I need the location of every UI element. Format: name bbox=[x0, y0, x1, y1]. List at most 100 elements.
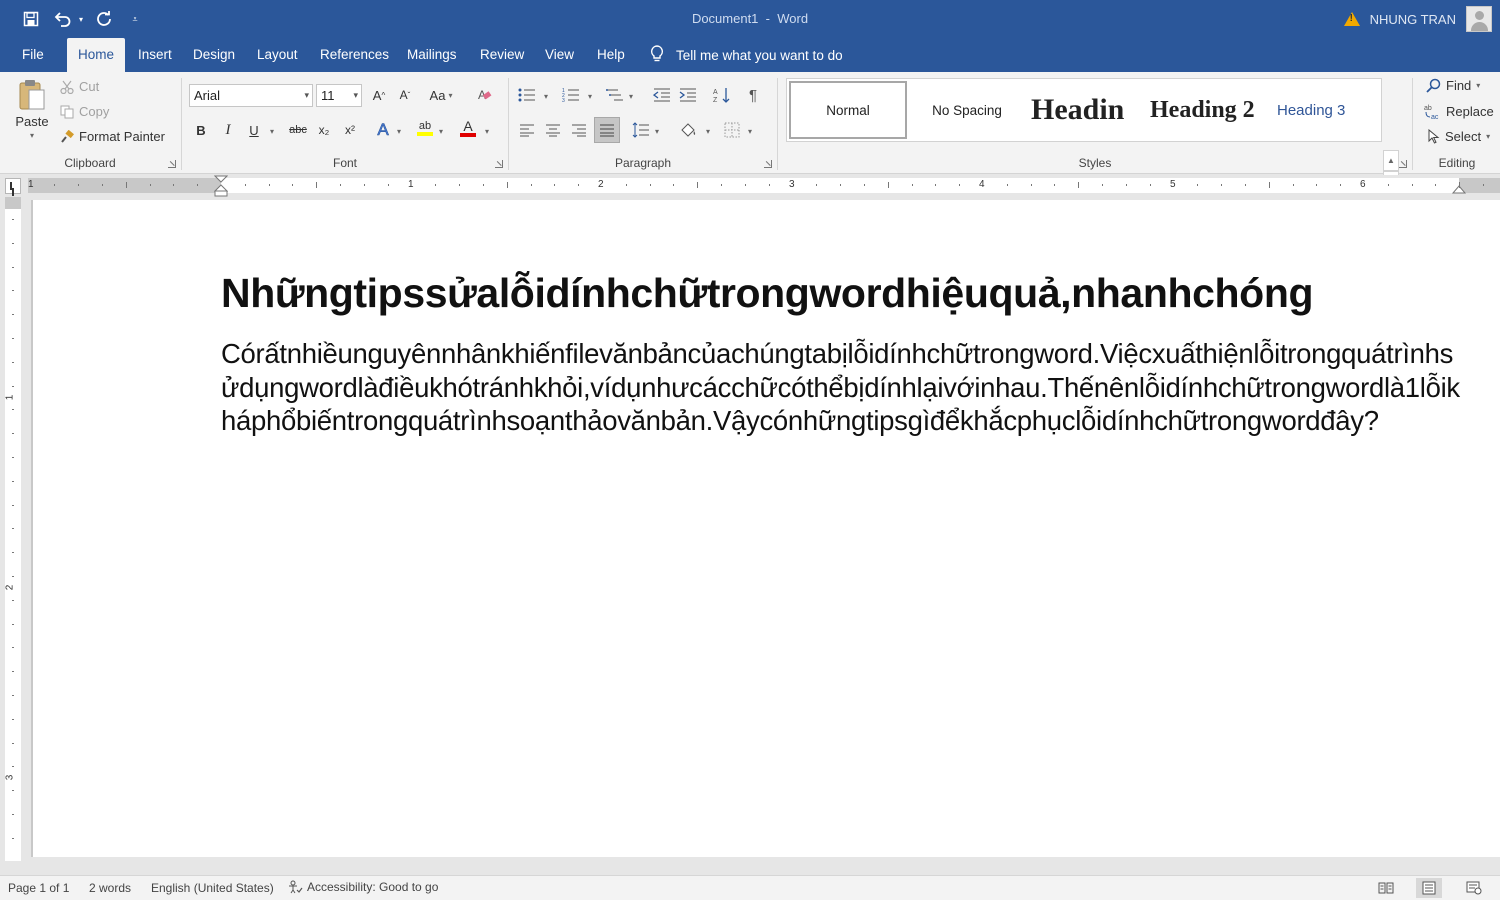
save-icon[interactable] bbox=[20, 6, 42, 32]
undo-dropdown-icon[interactable]: ▾ bbox=[76, 6, 86, 32]
redo-icon[interactable] bbox=[94, 6, 114, 32]
tab-home[interactable]: Home bbox=[67, 38, 125, 72]
undo-icon[interactable] bbox=[50, 6, 76, 32]
text-effects-dropdown-icon[interactable]: ▾ bbox=[397, 127, 401, 136]
copy-button[interactable]: Copy bbox=[60, 104, 109, 119]
decrease-indent-button[interactable] bbox=[651, 84, 673, 106]
style-no-spacing[interactable]: No Spacing bbox=[909, 81, 1025, 139]
align-right-button[interactable] bbox=[568, 119, 590, 141]
superscript-button[interactable]: x² bbox=[339, 119, 361, 141]
numbering-button[interactable]: 123 bbox=[560, 84, 582, 106]
font-launcher-icon[interactable] bbox=[495, 160, 503, 168]
align-center-button[interactable] bbox=[542, 119, 564, 141]
style-normal[interactable]: Normal bbox=[789, 81, 907, 139]
tab-references[interactable]: References bbox=[309, 38, 400, 72]
multilevel-dropdown-icon[interactable]: ▾ bbox=[629, 92, 633, 101]
shrink-font-button[interactable]: Aˇ bbox=[394, 84, 416, 106]
bold-button[interactable]: B bbox=[190, 119, 212, 141]
select-dropdown-icon[interactable]: ▾ bbox=[1486, 132, 1490, 141]
account-area[interactable]: NHUNG TRAN bbox=[1343, 5, 1492, 33]
format-painter-button[interactable]: Format Painter bbox=[60, 129, 165, 144]
font-name-dropdown-icon[interactable]: ▾ bbox=[304, 90, 309, 101]
underline-button[interactable]: U bbox=[243, 119, 265, 141]
horizontal-ruler[interactable]: 1 1 2 3 4 5 6 bbox=[0, 175, 1500, 197]
find-button[interactable]: Find ▾ bbox=[1426, 78, 1480, 93]
multilevel-list-button[interactable] bbox=[604, 84, 626, 106]
subscript-button[interactable]: x₂ bbox=[313, 119, 335, 141]
vruler-tick bbox=[12, 219, 14, 220]
font-size-combobox[interactable]: 11 ▾ bbox=[316, 84, 362, 107]
show-hide-marks-button[interactable]: ¶ bbox=[742, 84, 764, 106]
tab-insert[interactable]: Insert bbox=[127, 38, 183, 72]
cut-button[interactable]: Cut bbox=[60, 79, 99, 94]
accessibility-checker[interactable]: Accessibility: Good to go bbox=[287, 880, 438, 894]
sort-button[interactable]: AZ bbox=[711, 84, 733, 106]
paragraph-launcher-icon[interactable] bbox=[764, 160, 772, 168]
paste-dropdown-icon[interactable]: ▾ bbox=[30, 131, 34, 140]
grow-font-button[interactable]: A ^ bbox=[368, 84, 390, 106]
style-heading-2[interactable]: Heading 2 bbox=[1150, 81, 1260, 139]
underline-dropdown-icon[interactable]: ▾ bbox=[270, 127, 274, 136]
tab-design[interactable]: Design bbox=[182, 38, 246, 72]
shading-button[interactable] bbox=[677, 119, 699, 141]
increase-indent-button[interactable] bbox=[677, 84, 699, 106]
vertical-ruler[interactable] bbox=[5, 197, 21, 861]
line-spacing-dropdown-icon[interactable]: ▾ bbox=[655, 127, 659, 136]
style-heading-1[interactable]: Headin bbox=[1031, 81, 1143, 139]
style-heading-3[interactable]: Heading 3 bbox=[1277, 81, 1377, 139]
tab-review[interactable]: Review bbox=[469, 38, 535, 72]
language-indicator[interactable]: English (United States) bbox=[151, 881, 274, 895]
page-count[interactable]: Page 1 of 1 bbox=[8, 881, 69, 895]
web-layout-icon[interactable] bbox=[1461, 878, 1487, 898]
italic-button[interactable]: I bbox=[217, 119, 239, 141]
numbering-dropdown-icon[interactable]: ▾ bbox=[588, 92, 592, 101]
strikethrough-button[interactable]: abc bbox=[287, 119, 309, 141]
tell-me-label[interactable]: Tell me what you want to do bbox=[676, 48, 843, 63]
tab-view[interactable]: View bbox=[534, 38, 585, 72]
find-dropdown-icon[interactable]: ▾ bbox=[1476, 81, 1480, 90]
tab-mailings[interactable]: Mailings bbox=[396, 38, 468, 72]
bullets-button[interactable] bbox=[516, 84, 538, 106]
clear-formatting-button[interactable]: A bbox=[474, 84, 496, 106]
user-name[interactable]: NHUNG TRAN bbox=[1370, 12, 1456, 27]
tab-selector-icon[interactable] bbox=[5, 178, 21, 194]
styles-scroll-up-icon[interactable]: ▲ bbox=[1383, 150, 1399, 171]
borders-dropdown-icon[interactable]: ▾ bbox=[748, 127, 752, 136]
tell-me-search[interactable]: Tell me what you want to do bbox=[650, 38, 843, 72]
change-case-button[interactable]: Aa ▾ bbox=[426, 84, 456, 106]
borders-button[interactable] bbox=[721, 119, 743, 141]
font-size-dropdown-icon[interactable]: ▾ bbox=[353, 90, 358, 101]
justify-button[interactable] bbox=[594, 117, 620, 143]
paste-button[interactable]: Paste ▾ bbox=[12, 78, 52, 140]
line-spacing-button[interactable] bbox=[630, 119, 652, 141]
highlight-button[interactable]: ab bbox=[414, 117, 436, 139]
bullets-dropdown-icon[interactable]: ▾ bbox=[544, 92, 548, 101]
ruler-tick bbox=[721, 184, 723, 186]
word-count[interactable]: 2 words bbox=[89, 881, 131, 895]
font-color-button[interactable]: A bbox=[457, 117, 479, 139]
ruler-number: 5 bbox=[1170, 179, 1176, 190]
font-size-value: 11 bbox=[321, 88, 335, 103]
select-button[interactable]: Select ▾ bbox=[1428, 129, 1490, 144]
print-layout-icon[interactable] bbox=[1416, 878, 1442, 898]
shading-dropdown-icon[interactable]: ▾ bbox=[706, 127, 710, 136]
replace-button[interactable]: ab ac Replace bbox=[1424, 103, 1494, 120]
read-mode-icon[interactable] bbox=[1373, 878, 1399, 898]
document-heading[interactable]: Nhữngtipssửalỗidínhchữtrongwordhiệuquả,n… bbox=[221, 270, 1471, 317]
customize-qat-icon[interactable]: ⩡ bbox=[128, 6, 142, 32]
tab-layout[interactable]: Layout bbox=[246, 38, 309, 72]
document-body-paragraph[interactable]: Córấtnhiềunguyênnhânkhiếnfilevănbảncủach… bbox=[221, 337, 1461, 438]
align-left-button[interactable] bbox=[516, 119, 538, 141]
highlight-dropdown-icon[interactable]: ▾ bbox=[439, 127, 443, 136]
indent-markers[interactable] bbox=[214, 175, 228, 197]
text-effects-button[interactable]: A bbox=[372, 119, 394, 141]
warning-icon[interactable] bbox=[1343, 12, 1360, 26]
ruler-tick bbox=[768, 184, 770, 186]
avatar[interactable] bbox=[1466, 6, 1492, 32]
tab-file[interactable]: File bbox=[11, 38, 55, 72]
tab-help[interactable]: Help bbox=[586, 38, 636, 72]
font-name-combobox[interactable]: Arial ▾ bbox=[189, 84, 313, 107]
font-color-dropdown-icon[interactable]: ▾ bbox=[485, 127, 489, 136]
clipboard-launcher-icon[interactable] bbox=[168, 160, 176, 168]
styles-launcher-icon[interactable] bbox=[1399, 160, 1407, 168]
